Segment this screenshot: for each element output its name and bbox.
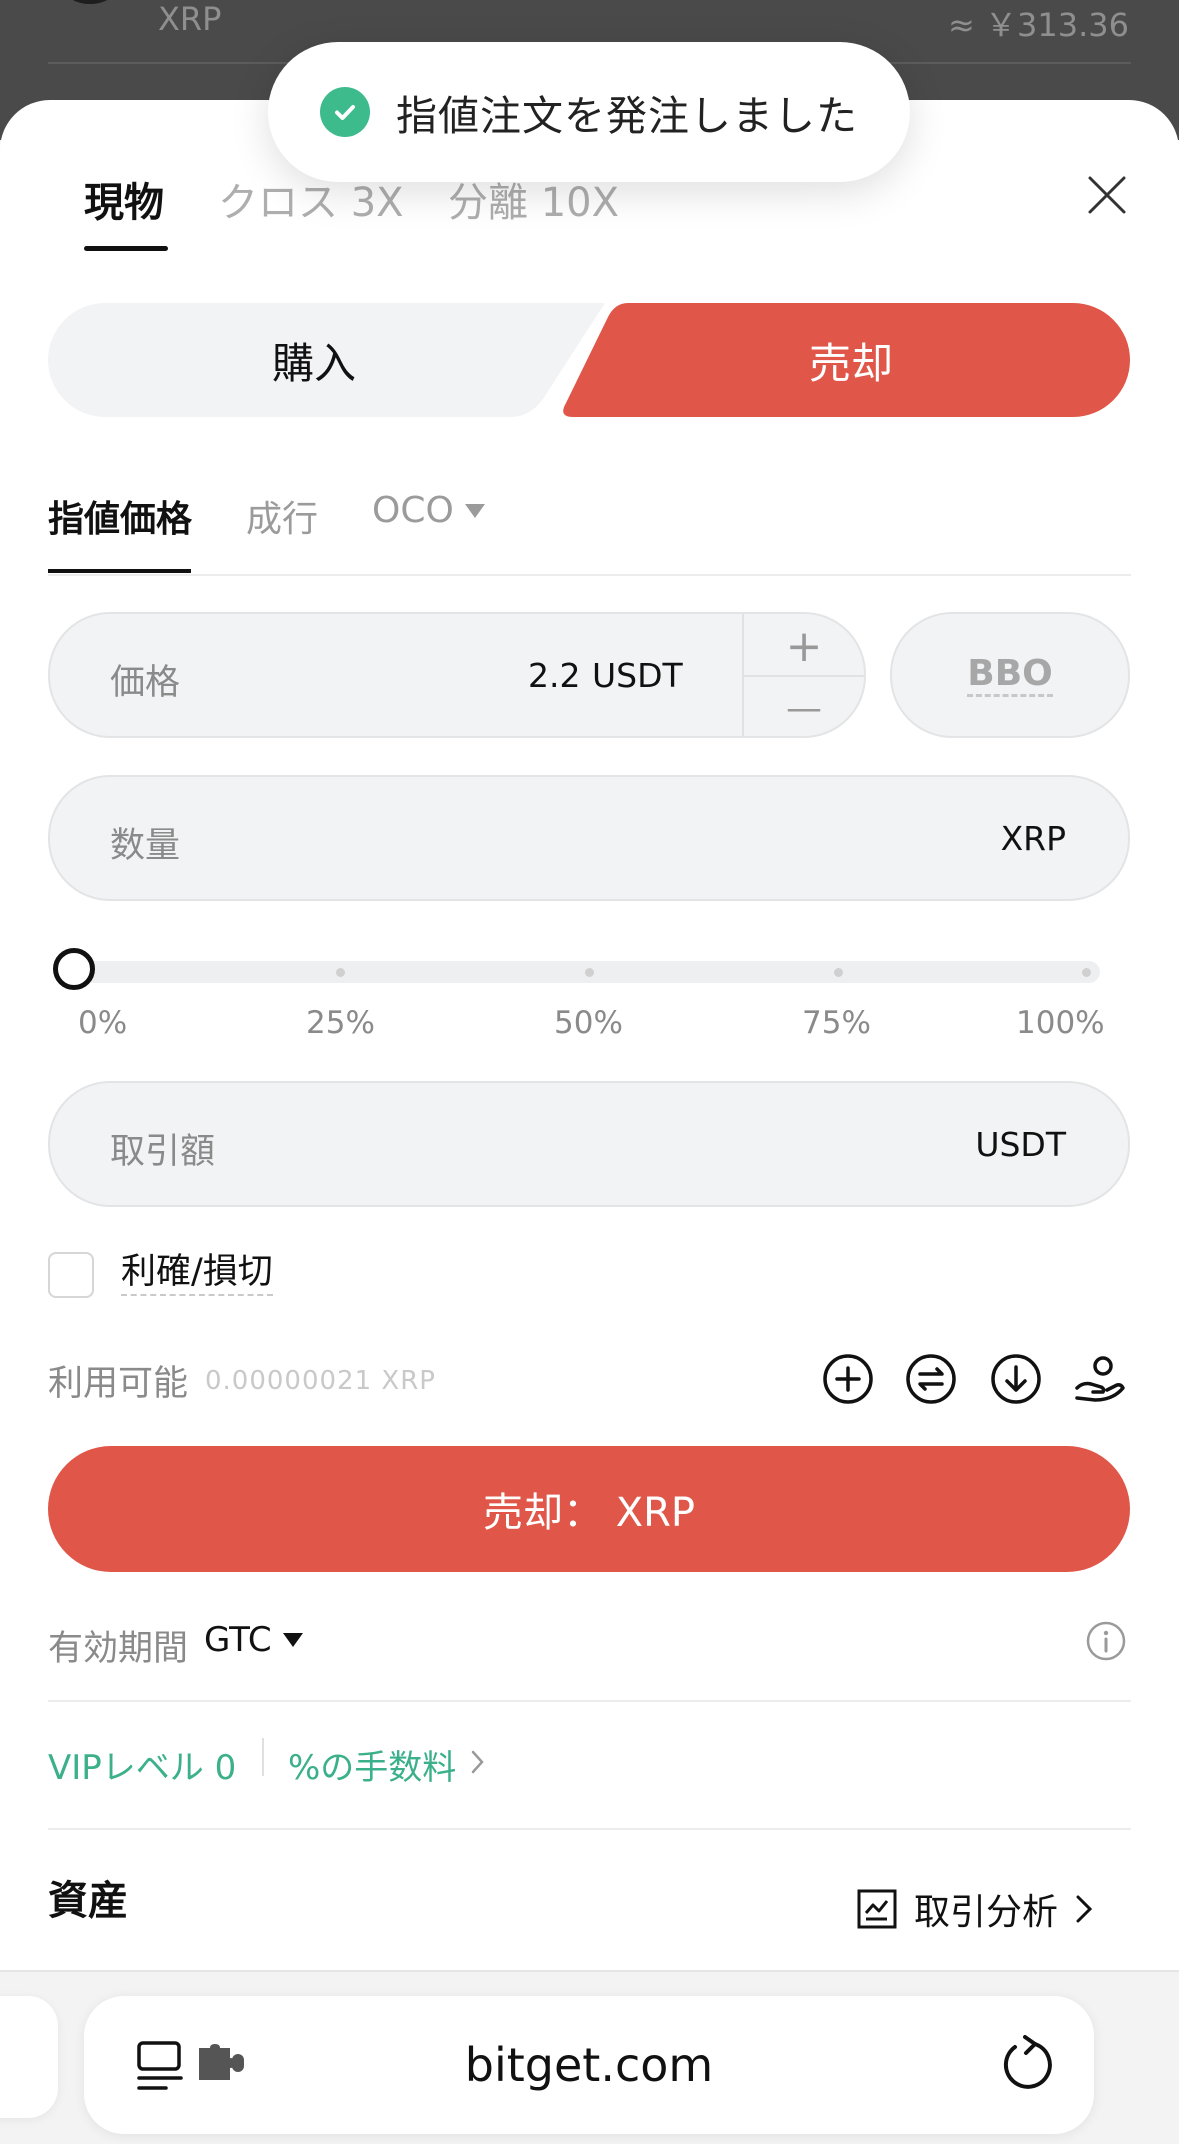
- slider-tick-50: [585, 968, 594, 977]
- order-type-market[interactable]: 成行: [246, 490, 318, 542]
- deposit-icon[interactable]: [989, 1352, 1043, 1406]
- order-type-underline: [48, 569, 191, 573]
- amount-field[interactable]: 取引額 USDT: [48, 1081, 1130, 1207]
- order-type-oco[interactable]: OCO: [372, 490, 486, 531]
- background-coin-price: ≈ ￥313.36: [948, 6, 1129, 44]
- reload-icon[interactable]: [1001, 2034, 1055, 2098]
- slider-label-0[interactable]: 0%: [78, 1005, 127, 1041]
- add-circle-icon[interactable]: [821, 1352, 875, 1406]
- vip-level-link[interactable]: VIPレベル 0: [48, 1740, 236, 1789]
- tab-underline: [84, 246, 168, 251]
- tpsl-label[interactable]: 利確/損切: [121, 1250, 273, 1296]
- extension-puzzle-icon[interactable]: [196, 2042, 246, 2090]
- validity-label: 有効期間: [48, 1629, 189, 1669]
- quantity-field[interactable]: 数量 XRP: [48, 775, 1130, 901]
- slider-tick-100: [1082, 968, 1091, 977]
- section-divider: [48, 1828, 1131, 1830]
- trade-analysis-link[interactable]: 取引分析: [856, 1883, 1094, 1935]
- order-type-oco-label: OCO: [372, 490, 454, 531]
- sell-button[interactable]: 売却: [572, 303, 1130, 417]
- vip-separator: [262, 1738, 264, 1776]
- toast-message: 指値注文を発注しました: [396, 92, 858, 140]
- available-label: 利用可能: [48, 1364, 189, 1404]
- assets-title: 資産: [48, 1878, 128, 1924]
- reader-mode-icon[interactable]: [136, 2040, 186, 2096]
- background-coin-name: XRP: [158, 0, 222, 38]
- slider-label-50[interactable]: 50%: [554, 1005, 623, 1041]
- trade-analysis-label: 取引分析: [914, 1892, 1059, 1933]
- price-unit: USDT: [592, 656, 683, 695]
- order-type-limit[interactable]: 指値価格: [48, 490, 192, 542]
- order-type-divider: [48, 574, 1131, 576]
- success-toast: 指値注文を発注しました: [268, 42, 910, 182]
- caret-down-icon: [464, 503, 485, 518]
- slider-tick-25: [336, 968, 345, 977]
- slider-label-25[interactable]: 25%: [306, 1005, 375, 1041]
- available-value: 0.00000021 XRP: [205, 1366, 436, 1392]
- tab-spot[interactable]: 現物: [84, 170, 164, 228]
- check-circle-icon: [320, 87, 370, 137]
- info-icon[interactable]: [1085, 1620, 1127, 1662]
- slider-thumb[interactable]: [53, 948, 95, 990]
- slider-tick-75: [834, 968, 843, 977]
- price-label: 価格: [110, 663, 181, 703]
- bbo-label: BBO: [967, 653, 1053, 697]
- section-divider: [48, 1700, 1131, 1702]
- validity-selector[interactable]: GTC: [204, 1620, 304, 1660]
- bbo-button[interactable]: BBO: [890, 612, 1130, 738]
- previous-tab-preview[interactable]: [0, 1996, 58, 2118]
- earn-coins-icon[interactable]: [1073, 1352, 1127, 1406]
- tpsl-checkbox[interactable]: [48, 1252, 94, 1298]
- buy-label: 購入: [271, 338, 356, 388]
- chart-icon: [857, 1889, 897, 1929]
- quantity-label: 数量: [110, 826, 181, 866]
- validity-value: GTC: [204, 1620, 272, 1660]
- transfer-icon[interactable]: [904, 1352, 958, 1406]
- price-increase-button[interactable]: +: [744, 616, 864, 676]
- address-bar[interactable]: bitget.com: [84, 1996, 1094, 2134]
- sell-label: 売却: [808, 338, 893, 388]
- caret-down-icon: [282, 1633, 303, 1647]
- fee-link[interactable]: %の手数料: [288, 1740, 456, 1789]
- amount-unit: USDT: [975, 1125, 1066, 1164]
- price-field[interactable]: 価格 2.2 USDT + —: [48, 612, 866, 738]
- sell-submit-button[interactable]: 売却： XRP: [48, 1446, 1130, 1572]
- browser-toolbar-border: [0, 1970, 1179, 1972]
- price-value: 2.2: [528, 656, 581, 695]
- slider-label-100[interactable]: 100%: [1016, 1005, 1105, 1041]
- close-icon[interactable]: [1082, 170, 1132, 220]
- buy-button[interactable]: 購入: [48, 303, 608, 417]
- quantity-unit: XRP: [1000, 819, 1066, 858]
- amount-label: 取引額: [110, 1132, 216, 1172]
- chevron-right-icon: [1076, 1895, 1093, 1923]
- slider-label-75[interactable]: 75%: [802, 1005, 871, 1041]
- price-decrease-button[interactable]: —: [744, 678, 864, 738]
- chevron-right-icon: [470, 1748, 486, 1780]
- quantity-slider[interactable]: [78, 961, 1100, 983]
